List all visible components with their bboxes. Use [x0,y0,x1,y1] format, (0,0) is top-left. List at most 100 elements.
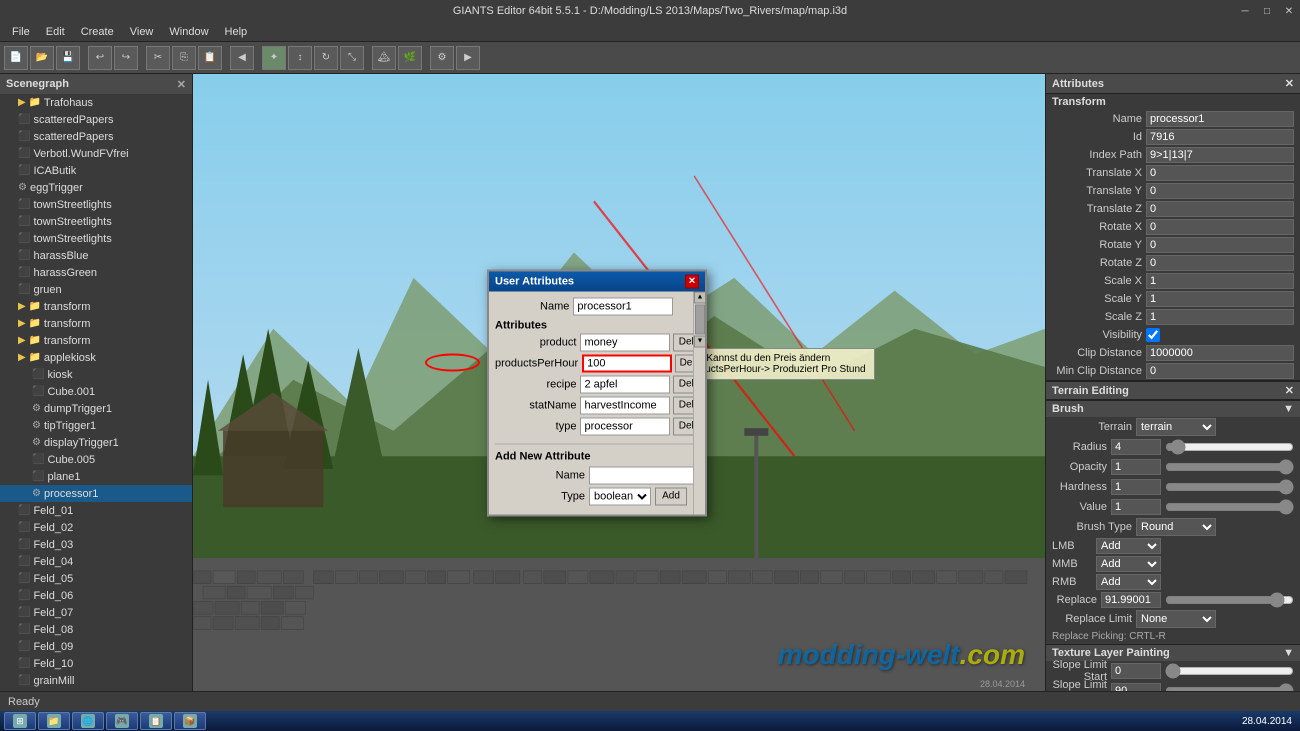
opacity-input[interactable] [1111,459,1161,475]
dialog-attr-pph-input[interactable] [582,354,672,372]
tree-item-feld-01[interactable]: ⬛Feld_01 [0,502,192,519]
scroll-down-arrow[interactable]: ▼ [694,335,706,347]
tree-item-icabutik[interactable]: ⬛ICAButik [0,162,192,179]
dialog-name-input[interactable] [573,297,673,315]
add-type-select[interactable]: boolean string integer float [589,487,651,505]
radius-slider[interactable] [1165,441,1294,453]
dialog-close-button[interactable]: ✕ [685,274,699,288]
attr-transx-input[interactable] [1146,165,1294,181]
tree-item-plane1[interactable]: ⬛plane1 [0,468,192,485]
taskbar-app-3[interactable]: 🎮 [106,712,138,730]
tree-item-feld-06[interactable]: ⬛Feld_06 [0,587,192,604]
tree-item-harassblue[interactable]: ⬛harassBlue [0,247,192,264]
attr-indexpath-input[interactable] [1146,147,1294,163]
brush-type-select[interactable]: Round Square [1136,518,1216,536]
attr-clipdist-input[interactable] [1146,345,1294,361]
hardness-input[interactable] [1111,479,1161,495]
tb-cut[interactable]: ✂ [146,46,170,70]
attr-rotx-input[interactable] [1146,219,1294,235]
brush-expand-arrow[interactable]: ▼ [1283,403,1294,415]
dialog-attr-product-input[interactable] [580,333,670,351]
tree-item-transform[interactable]: ▶ 📁transform [0,298,192,315]
tree-item-cube-001[interactable]: ⬛Cube.001 [0,383,192,400]
tree-item-processor1[interactable]: ⚙processor1 [0,485,192,502]
value-slider[interactable] [1165,501,1294,513]
tb-undo[interactable]: ↩ [88,46,112,70]
tree-item-harassgreen[interactable]: ⬛harassGreen [0,264,192,281]
tree-item-grainmill[interactable]: ⬛grainMill [0,672,192,689]
attr-visibility-checkbox[interactable] [1146,328,1160,342]
texture-expand-arrow[interactable]: ▼ [1283,647,1294,659]
attr-scaley-input[interactable] [1146,291,1294,307]
tree-item-feld-03[interactable]: ⬛Feld_03 [0,536,192,553]
maximize-button[interactable]: □ [1256,0,1278,22]
replace-input[interactable] [1101,592,1161,608]
tb-back[interactable]: ◀ [230,46,254,70]
add-name-input[interactable] [589,466,699,484]
tb-foliage[interactable]: 🌿 [398,46,422,70]
attr-roty-input[interactable] [1146,237,1294,253]
tb-rotate[interactable]: ↻ [314,46,338,70]
tb-move[interactable]: ↕ [288,46,312,70]
tree-item-townstreetlights[interactable]: ⬛townStreetlights [0,213,192,230]
rmb-select[interactable]: Add [1096,574,1161,590]
tb-new[interactable]: 📄 [4,46,28,70]
tree-item-trafohaus[interactable]: ▶ 📁Trafohaus [0,94,192,111]
tree-item-scatteredpapers[interactable]: ⬛scatteredPapers [0,128,192,145]
opacity-slider[interactable] [1165,461,1294,473]
tree-item-verbotl-wundfvfrei[interactable]: ⬛Verbotl.WundFVfrei [0,145,192,162]
menu-window[interactable]: Window [161,24,216,40]
attr-id-input[interactable] [1146,129,1294,145]
tree-item-tiptrigger1[interactable]: ⚙tipTrigger1 [0,417,192,434]
tree-item-feld-02[interactable]: ⬛Feld_02 [0,519,192,536]
attributes-transform-tab[interactable]: Transform [1046,94,1300,110]
taskbar-app-1[interactable]: 📁 [38,712,70,730]
dialog-attr-recipe-input[interactable] [580,375,670,393]
dialog-attr-statname-input[interactable] [580,396,670,414]
viewport[interactable]: Hier Kannst du den Preis ändern products… [193,74,1045,711]
tb-terrain[interactable]: 🏔 [372,46,396,70]
tb-open[interactable]: 📂 [30,46,54,70]
tree-item-feld-05[interactable]: ⬛Feld_05 [0,570,192,587]
tree-item-feld-07[interactable]: ⬛Feld_07 [0,604,192,621]
tree-item-displaytrigger1[interactable]: ⚙displayTrigger1 [0,434,192,451]
tree-item-transform[interactable]: ▶ 📁transform [0,315,192,332]
terrain-close[interactable]: ✕ [1285,384,1294,397]
tb-paste[interactable]: 📋 [198,46,222,70]
tree-item-applekiosk[interactable]: ▶ 📁applekiosk [0,349,192,366]
tree-item-cube-005[interactable]: ⬛Cube.005 [0,451,192,468]
close-button[interactable]: ✕ [1278,0,1300,22]
radius-input[interactable] [1111,439,1161,455]
lmb-select[interactable]: Add [1096,538,1161,554]
hardness-slider[interactable] [1165,481,1294,493]
tree-item-eggtrigger[interactable]: ⚙eggTrigger [0,179,192,196]
attr-minclipdist-input[interactable] [1146,363,1294,379]
tree-item-townstreetlights[interactable]: ⬛townStreetlights [0,196,192,213]
tb-redo[interactable]: ↪ [114,46,138,70]
attr-transz-input[interactable] [1146,201,1294,217]
taskbar-app-5[interactable]: 📦 [174,712,206,730]
scroll-up-arrow[interactable]: ▲ [694,291,706,303]
tree-item-dumptrigger1[interactable]: ⚙dumpTrigger1 [0,400,192,417]
menu-file[interactable]: File [4,24,38,40]
tree-item-gruen[interactable]: ⬛gruen [0,281,192,298]
minimize-button[interactable]: ─ [1234,0,1256,22]
menu-help[interactable]: Help [217,24,256,40]
tree-item-feld-08[interactable]: ⬛Feld_08 [0,621,192,638]
attr-rotz-input[interactable] [1146,255,1294,271]
menu-create[interactable]: Create [73,24,122,40]
terrain-select[interactable]: terrain [1136,418,1216,436]
dialog-attr-type-input[interactable] [580,417,670,435]
tree-item-kiosk[interactable]: ⬛kiosk [0,366,192,383]
tb-settings[interactable]: ⚙ [430,46,454,70]
attributes-close[interactable]: ✕ [1285,77,1294,90]
attr-scalex-input[interactable] [1146,273,1294,289]
start-button[interactable]: ⊞ [4,712,36,730]
replace-limit-select[interactable]: None [1136,610,1216,628]
tree-item-feld-10[interactable]: ⬛Feld_10 [0,655,192,672]
replace-slider[interactable] [1165,594,1294,606]
mmb-select[interactable]: Add [1096,556,1161,572]
dialog-scrollbar[interactable]: ▲ ▼ [693,291,705,514]
taskbar-app-2[interactable]: 🌐 [72,712,104,730]
tb-save[interactable]: 💾 [56,46,80,70]
